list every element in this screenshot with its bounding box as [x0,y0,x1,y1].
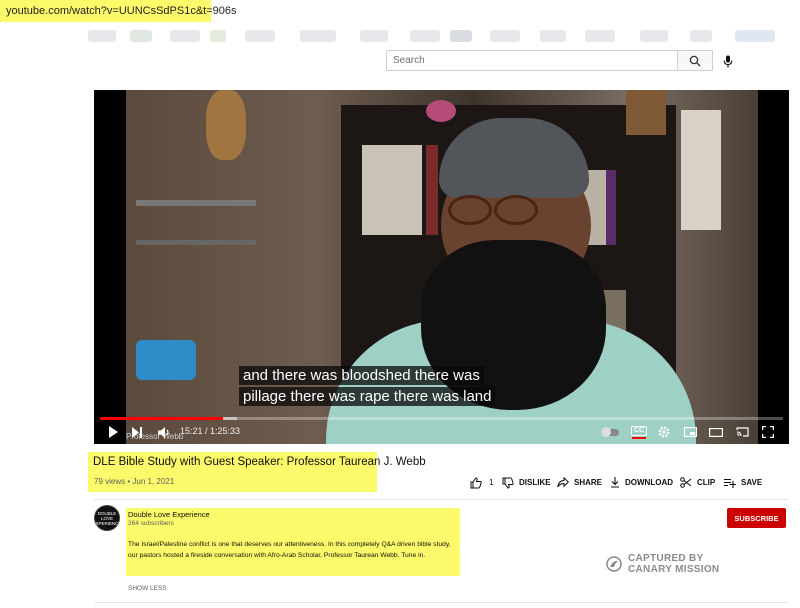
volume-button[interactable] [156,424,172,440]
voice-search-button[interactable] [719,51,737,71]
theater-button[interactable] [708,424,724,440]
like-count: 1 [489,478,494,487]
save-label: SAVE [741,478,763,487]
download-label: DOWNLOAD [625,478,673,487]
channel-name[interactable]: Double Love Experience [128,510,210,519]
mic-icon [723,55,733,67]
captured-line-1: CAPTURED BY [628,553,704,564]
play-button[interactable] [106,424,120,440]
theater-icon [709,427,723,437]
next-button[interactable] [130,424,144,440]
subscriber-count: 264 subscribers [128,520,174,527]
avatar-text: DOUBLE LOVE EXPERIENCE [92,510,122,526]
dislike-button[interactable]: DISLIKE [502,476,551,489]
caption-line-1: and there was bloodshed there was [239,366,484,385]
video-title: DLE Bible Study with Guest Speaker: Prof… [93,456,426,468]
playlist-add-icon [724,478,736,488]
next-icon [131,426,142,438]
search-input[interactable]: Search [386,50,678,71]
save-button[interactable]: SAVE [724,476,762,489]
thumbs-down-icon [502,477,514,489]
channel-avatar[interactable]: DOUBLE LOVE EXPERIENCE [92,505,122,531]
settings-button[interactable] [656,424,672,440]
canary-mission-logo-icon [606,556,622,572]
video-player[interactable]: and there was bloodshed there was pillag… [94,90,789,444]
cc-icon: CC [630,425,648,436]
miniplayer-icon [683,427,697,437]
divider [94,499,788,500]
search-icon [689,55,701,66]
scissors-icon [680,477,692,488]
settings-icon [658,426,670,438]
time-display: 15:21 / 1:25:33 [180,426,241,436]
subscribe-button[interactable]: SUBSCRIBE [727,508,786,528]
volume-icon [157,426,169,438]
caption-line-2: pillage there was rape there was land [239,387,496,406]
play-icon [109,426,118,438]
show-less-button[interactable]: SHOW LESS [128,585,167,592]
share-label: SHARE [574,478,603,487]
download-button[interactable]: DOWNLOAD [610,476,673,489]
progress-played [100,417,223,420]
clip-label: CLIP [697,478,716,487]
progress-bar[interactable] [100,417,783,420]
cast-icon [735,427,749,437]
clip-button[interactable]: CLIP [680,476,715,489]
captured-by-watermark: CAPTURED BY CANARY MISSION [606,553,719,575]
video-meta: 79 views • Jun 1, 2021 [94,477,175,486]
video-description: The Israel/Palestine conflict is one tha… [128,541,451,559]
search-button[interactable] [677,50,713,71]
share-icon [557,477,569,488]
dislike-label: DISLIKE [519,478,551,487]
captured-line-2: CANARY MISSION [628,564,720,575]
autoplay-toggle[interactable] [599,424,621,440]
bookmarks-bar-blurred [0,22,800,48]
cc-button[interactable]: CC [630,424,648,440]
share-button[interactable]: SHARE [557,476,602,489]
cast-button[interactable] [734,424,750,440]
miniplayer-button[interactable] [682,424,698,440]
bottom-divider [94,602,788,603]
fullscreen-icon [762,426,774,438]
download-icon [611,477,619,488]
fullscreen-button[interactable] [760,424,776,440]
like-button[interactable]: 1 [470,476,493,489]
url-text[interactable]: youtube.com/watch?v=UUNCsSdPS1c&t=906s [6,5,237,17]
thumbs-up-icon [470,476,482,488]
